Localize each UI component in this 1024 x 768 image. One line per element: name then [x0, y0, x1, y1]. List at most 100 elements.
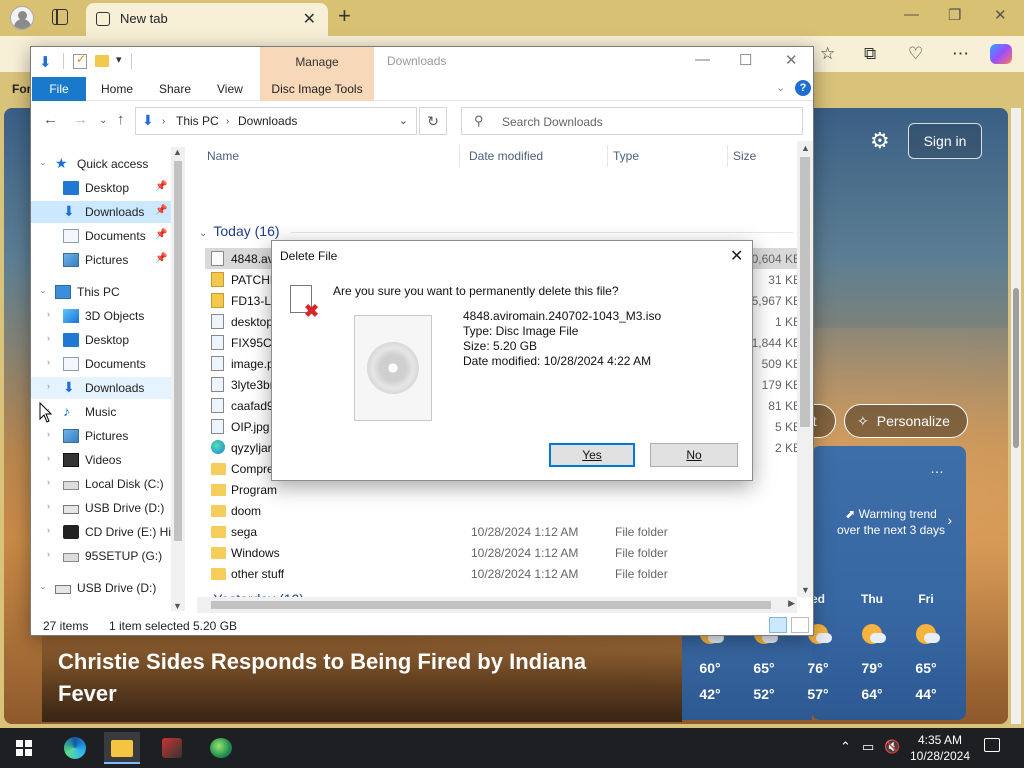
address-bar[interactable]: ⬇ › This PC › Downloads ⌄ — [135, 107, 417, 135]
column-header-size[interactable]: Size — [733, 149, 756, 163]
explorer-minimize-icon[interactable]: — — [695, 51, 710, 68]
file-list-scrollbar[interactable]: ▲ ▼ — [797, 141, 813, 597]
profile-avatar[interactable] — [10, 6, 34, 30]
up-arrow-icon[interactable]: ↑ — [117, 111, 125, 128]
file-row[interactable]: sega 10/28/2024 1:12 AM File folder — [205, 521, 797, 542]
file-row[interactable]: other stuff 10/28/2024 1:12 AM File folder — [205, 563, 797, 584]
nav-item[interactable]: ⌄ This PC — [31, 281, 171, 303]
volume-muted-icon[interactable]: 🔇 — [884, 739, 900, 755]
more-menu-icon[interactable]: ⋯ — [952, 44, 969, 64]
nav-item[interactable]: › USB Drive (D:) — [31, 497, 171, 519]
file-row[interactable]: Windows 10/28/2024 1:12 AM File folder — [205, 542, 797, 563]
taskbar-app-4[interactable] — [202, 732, 238, 764]
taskbar-clock[interactable]: 4:35 AM 10/28/2024 — [904, 732, 976, 764]
chevron-right-icon[interactable]: › — [47, 309, 50, 319]
minimize-icon[interactable]: — — [904, 6, 919, 23]
start-windows-icon[interactable] — [16, 740, 32, 756]
new-folder-icon[interactable] — [95, 55, 109, 67]
manage-context-tab[interactable]: Manage — [260, 47, 374, 77]
yes-button[interactable]: Yes — [549, 443, 635, 467]
file-row[interactable]: Program — [205, 479, 797, 500]
ribbon-home-tab[interactable]: Home — [101, 82, 133, 96]
address-dropdown-icon[interactable]: ⌄ — [399, 114, 408, 127]
tab-close-icon[interactable]: ✕ — [303, 9, 316, 29]
details-view-icon[interactable] — [769, 617, 787, 633]
help-icon[interactable]: ? — [795, 80, 811, 96]
ribbon-share-tab[interactable]: Share — [159, 82, 191, 96]
new-tab-plus-icon[interactable]: + — [338, 3, 351, 29]
recent-locations-icon[interactable]: ⌄ — [99, 115, 107, 126]
sign-in-button[interactable]: Sign in — [908, 123, 982, 159]
dialog-close-icon[interactable]: ✕ — [730, 246, 743, 266]
bookmark-bar-item[interactable]: For — [12, 82, 31, 96]
page-settings-gear-icon[interactable]: ⚙ — [870, 128, 890, 154]
breadcrumb-downloads[interactable]: Downloads — [238, 114, 297, 128]
tab-actions-icon[interactable] — [52, 9, 68, 25]
nav-item[interactable]: ⬇ Downloads 📌 — [31, 201, 171, 223]
news-headline[interactable]: Christie Sides Responds to Being Fired b… — [58, 646, 618, 710]
nav-item[interactable]: ⌄ USB Drive (D:) — [31, 577, 171, 599]
chevron-down-icon[interactable]: ⌄ — [39, 157, 47, 168]
chevron-right-icon[interactable]: › — [47, 453, 50, 463]
nav-item[interactable]: Documents 📌 — [31, 225, 171, 247]
nav-item[interactable]: › Videos — [31, 449, 171, 471]
notifications-icon[interactable] — [984, 738, 1000, 752]
chevron-right-icon[interactable]: › — [947, 512, 952, 528]
chevron-right-icon[interactable]: › — [47, 525, 50, 535]
chevron-right-icon[interactable]: › — [47, 501, 50, 511]
copilot-icon[interactable] — [990, 44, 1012, 64]
breadcrumb-separator-icon[interactable]: › — [162, 116, 165, 127]
taskbar-edge[interactable] — [56, 732, 92, 764]
chevron-right-icon[interactable]: › — [47, 333, 50, 343]
nav-item[interactable]: › CD Drive (E:) Hir — [31, 521, 175, 543]
chevron-right-icon[interactable]: › — [47, 477, 50, 487]
forward-arrow-icon[interactable]: → — [73, 111, 88, 128]
weather-card[interactable]: … ⬈ Warming trend over the next 3 days › — [812, 446, 966, 720]
nav-item[interactable]: › Desktop — [31, 329, 171, 351]
taskbar-file-explorer[interactable] — [104, 732, 140, 764]
collections-icon[interactable]: ⧉ — [864, 44, 876, 64]
group-header[interactable]: ⌄ Today (16) — [199, 223, 280, 239]
chevron-right-icon[interactable]: › — [47, 357, 50, 367]
favorites-star-icon[interactable]: ☆ — [820, 44, 835, 64]
refresh-icon[interactable]: ↻ — [419, 107, 447, 135]
file-list-horizontal-scrollbar[interactable]: ▶ — [197, 597, 797, 613]
personalize-button[interactable]: ✧ Personalize — [844, 404, 968, 438]
back-arrow-icon[interactable]: ← — [43, 111, 58, 128]
ribbon-view-tab[interactable]: View — [217, 82, 243, 96]
network-icon[interactable]: ▭ — [862, 739, 874, 755]
nav-item[interactable]: ⌄ ★ Quick access — [31, 153, 171, 175]
nav-item[interactable]: › 3D Objects — [31, 305, 171, 327]
nav-item[interactable]: › 95SETUP (G:) — [31, 545, 171, 567]
explorer-close-icon[interactable]: ✕ — [785, 51, 798, 69]
navigation-pane-scrollbar[interactable]: ▲ ▼ — [171, 147, 185, 611]
chevron-right-icon[interactable]: › — [47, 429, 50, 439]
explorer-maximize-icon[interactable]: ☐ — [739, 51, 752, 69]
column-header-date[interactable]: Date modified — [469, 149, 543, 163]
show-hidden-icons-icon[interactable]: ⌃ — [840, 739, 851, 755]
nav-item[interactable]: Desktop 📌 — [31, 177, 171, 199]
nav-item[interactable]: Pictures 📌 — [31, 249, 171, 271]
weather-more-icon[interactable]: … — [930, 460, 944, 476]
properties-icon[interactable] — [73, 52, 87, 69]
page-scrollbar[interactable] — [1011, 108, 1021, 724]
chevron-down-icon[interactable]: ⌄ — [39, 285, 47, 296]
file-row[interactable]: doom — [205, 500, 797, 521]
large-icons-view-icon[interactable] — [791, 617, 809, 633]
column-header-type[interactable]: Type — [613, 149, 639, 163]
browser-tab-new-tab[interactable]: New tab ✕ — [86, 3, 328, 36]
close-window-icon[interactable]: ✕ — [994, 6, 1007, 24]
restore-icon[interactable]: ❐ — [948, 6, 961, 24]
ribbon-file-tab[interactable]: File — [32, 77, 86, 101]
chevron-right-icon[interactable]: › — [47, 549, 50, 559]
quick-access-dropdown-icon[interactable]: ▾ — [116, 53, 122, 66]
search-input[interactable]: ⚲ Search Downloads — [461, 107, 803, 135]
no-button[interactable]: No — [650, 443, 738, 467]
nav-item[interactable]: › Local Disk (C:) — [31, 473, 171, 495]
nav-item[interactable]: › ⬇ Downloads — [31, 377, 171, 399]
ribbon-disc-image-tools-tab[interactable]: Disc Image Tools — [260, 77, 374, 101]
taskbar-app-3[interactable] — [154, 732, 190, 764]
nav-item[interactable]: › Pictures — [31, 425, 171, 447]
column-header-name[interactable]: Name — [207, 149, 239, 163]
breadcrumb-separator-icon[interactable]: › — [226, 116, 229, 127]
